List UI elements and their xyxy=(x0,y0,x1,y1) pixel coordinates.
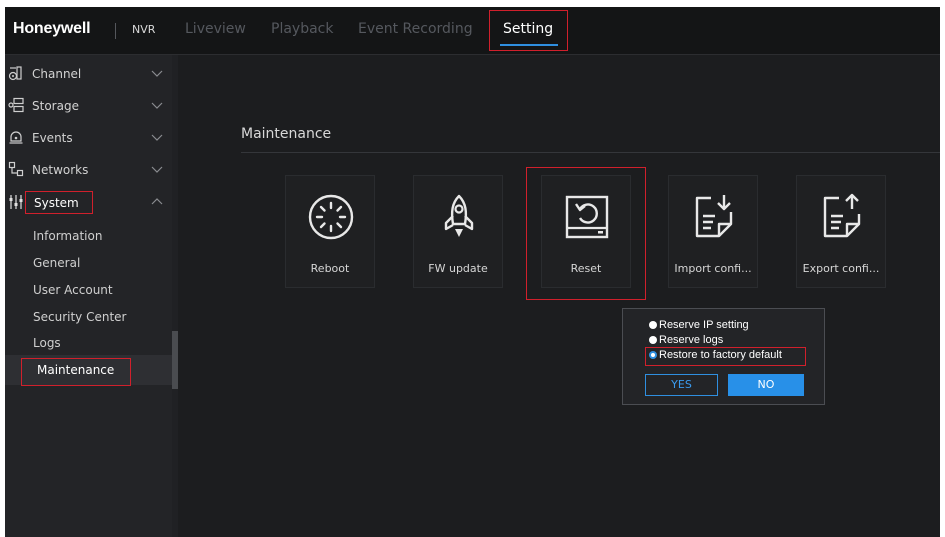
factory-default-radio[interactable]: Restore to factory default xyxy=(649,349,782,361)
tab-playback[interactable]: Playback xyxy=(271,21,333,37)
sidebar-subitem-maintenance[interactable]: Maintenance xyxy=(5,355,172,386)
tab-setting-label: Setting xyxy=(503,21,554,37)
sidebar-item-channel-label: Channel xyxy=(32,67,82,81)
radio-selected-icon xyxy=(649,351,657,359)
nvr-app-window: Honeywell NVR Liveview Playback Event Re… xyxy=(5,7,940,537)
no-button[interactable]: NO xyxy=(728,374,804,396)
events-icon xyxy=(9,131,23,144)
reserve-logs-radio[interactable]: Reserve logs xyxy=(649,334,723,346)
sidebar-item-storage[interactable]: Storage xyxy=(5,91,172,121)
sidebar-subitem-general[interactable]: General xyxy=(33,256,80,270)
reset-label: Reset xyxy=(570,262,602,275)
factory-default-label: Restore to factory default xyxy=(659,349,782,361)
import-config-label: Import confi... xyxy=(674,262,752,275)
section-divider xyxy=(241,152,940,153)
chevron-down-icon xyxy=(151,102,163,109)
reset-icon xyxy=(565,195,609,239)
reboot-label: Reboot xyxy=(310,262,350,275)
radio-unselected-icon xyxy=(649,321,657,329)
import-config-tile[interactable]: Import confi... xyxy=(668,175,758,288)
tab-setting[interactable]: Setting xyxy=(489,10,568,51)
reboot-icon xyxy=(308,194,354,240)
sidebar-item-storage-label: Storage xyxy=(32,99,79,113)
system-icon xyxy=(9,195,23,209)
export-config-tile[interactable]: Export confi... xyxy=(796,175,886,288)
export-config-icon xyxy=(823,193,861,238)
sidebar-item-events[interactable]: Events xyxy=(5,123,172,153)
section-title: Maintenance xyxy=(241,126,332,142)
yes-button[interactable]: YES xyxy=(645,374,718,396)
sidebar-scroll-track[interactable] xyxy=(172,55,178,537)
sidebar-scrollbar-thumb[interactable] xyxy=(172,331,178,389)
sidebar-item-system[interactable]: System xyxy=(5,188,172,218)
sidebar-item-events-label: Events xyxy=(32,131,73,145)
chevron-down-icon xyxy=(151,166,163,173)
import-config-icon xyxy=(695,195,733,238)
tab-event-recording[interactable]: Event Recording xyxy=(358,21,473,37)
chevron-down-icon xyxy=(151,134,163,141)
sidebar-item-networks[interactable]: Networks xyxy=(5,155,172,185)
tab-liveview[interactable]: Liveview xyxy=(185,21,246,37)
sidebar-item-system-label: System xyxy=(34,196,79,210)
top-bar: Honeywell NVR Liveview Playback Event Re… xyxy=(5,7,940,55)
sidebar: Channel Storage Events Networks System I… xyxy=(5,55,178,537)
sidebar-subitem-maintenance-label: Maintenance xyxy=(37,363,115,377)
sidebar-item-channel[interactable]: Channel xyxy=(5,59,172,89)
radio-unselected-icon xyxy=(649,336,657,344)
reserve-ip-radio[interactable]: Reserve IP setting xyxy=(649,319,749,331)
sidebar-subitem-security-center[interactable]: Security Center xyxy=(33,310,126,324)
reboot-tile[interactable]: Reboot xyxy=(285,175,375,288)
chevron-down-icon xyxy=(151,70,163,77)
sidebar-subitem-user-account[interactable]: User Account xyxy=(33,283,113,297)
channel-icon xyxy=(8,66,22,81)
fw-update-tile[interactable]: FW update xyxy=(413,175,503,288)
sidebar-subitem-information[interactable]: Information xyxy=(33,229,102,243)
active-tab-underline xyxy=(500,44,558,46)
storage-icon xyxy=(8,97,24,113)
chevron-up-icon xyxy=(151,198,163,205)
reset-options-dialog: Reserve IP setting Reserve logs Restore … xyxy=(622,308,825,405)
reserve-ip-label: Reserve IP setting xyxy=(659,319,749,331)
reset-tile[interactable]: Reset xyxy=(541,175,631,288)
product-label: NVR xyxy=(132,23,156,36)
brand-logo: Honeywell xyxy=(13,20,91,37)
logo-divider xyxy=(115,23,116,39)
sidebar-subitem-logs[interactable]: Logs xyxy=(33,336,61,350)
networks-icon xyxy=(8,161,24,177)
rocket-icon xyxy=(444,194,474,237)
fw-update-label: FW update xyxy=(428,262,488,275)
reserve-logs-label: Reserve logs xyxy=(659,334,724,346)
sidebar-item-networks-label: Networks xyxy=(32,163,89,177)
export-config-label: Export confi... xyxy=(802,262,880,275)
